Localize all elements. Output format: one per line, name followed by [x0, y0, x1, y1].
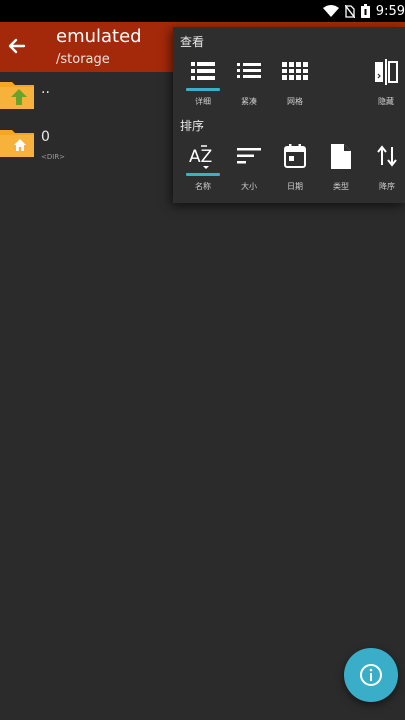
grid-icon [282, 62, 308, 80]
list-details-icon [191, 62, 215, 80]
sort-date-option[interactable]: 日期 [272, 144, 318, 200]
option-label: 名称 [195, 182, 211, 191]
view-hidden-option[interactable]: 隐藏 [363, 59, 405, 115]
calendar-icon [284, 144, 306, 168]
folder-title: emulated [56, 26, 142, 47]
sort-descending-option[interactable]: 降序 [364, 144, 405, 200]
file-info: <DIR> [41, 153, 66, 161]
hidden-files-icon [375, 59, 398, 85]
selected-indicator [186, 88, 220, 91]
option-label: 紧凑 [241, 97, 257, 106]
sort-type-option[interactable]: 类型 [318, 144, 364, 200]
no-sim-icon [344, 4, 355, 18]
home-folder-icon [0, 130, 34, 157]
selected-indicator [186, 173, 220, 176]
wifi-icon [322, 5, 339, 17]
option-label: 日期 [287, 182, 303, 191]
view-details-option[interactable]: 详细 [180, 59, 226, 115]
sort-size-option[interactable]: 大小 [226, 144, 272, 200]
option-label: 网格 [287, 97, 303, 106]
info-fab-button[interactable] [344, 648, 398, 702]
view-section-label: 查看 [180, 35, 205, 49]
folder-path: /storage [56, 52, 110, 67]
folder-up-icon [0, 82, 34, 109]
option-label: 隐藏 [378, 97, 394, 106]
list-compact-icon [237, 63, 261, 78]
sort-name-option[interactable]: AZ 名称 [180, 144, 226, 200]
file-name: .. [41, 81, 50, 97]
view-compact-option[interactable]: 紧凑 [226, 59, 272, 115]
view-grid-option[interactable]: 网格 [272, 59, 318, 115]
battery-icon [360, 4, 370, 18]
option-label: 降序 [379, 182, 395, 191]
file-type-icon [331, 144, 351, 169]
back-arrow-icon[interactable] [2, 31, 32, 61]
svg-text:AZ: AZ [189, 147, 212, 167]
view-sort-menu: 查看 详细 紧凑 网格 隐藏 排序 AZ 名称 大小 日期 类型 降序 [173, 27, 405, 203]
swap-vertical-icon [377, 145, 397, 167]
info-icon [360, 664, 382, 686]
option-label: 详细 [195, 97, 211, 106]
sort-section-label: 排序 [180, 119, 205, 133]
status-time: 9:59 [375, 3, 405, 19]
file-name: 0 [41, 129, 50, 145]
sort-size-icon [237, 148, 261, 164]
option-label: 类型 [333, 182, 349, 191]
sort-alpha-icon: AZ [189, 145, 212, 169]
option-label: 大小 [241, 182, 257, 191]
status-bar: 9:59 [0, 0, 405, 22]
